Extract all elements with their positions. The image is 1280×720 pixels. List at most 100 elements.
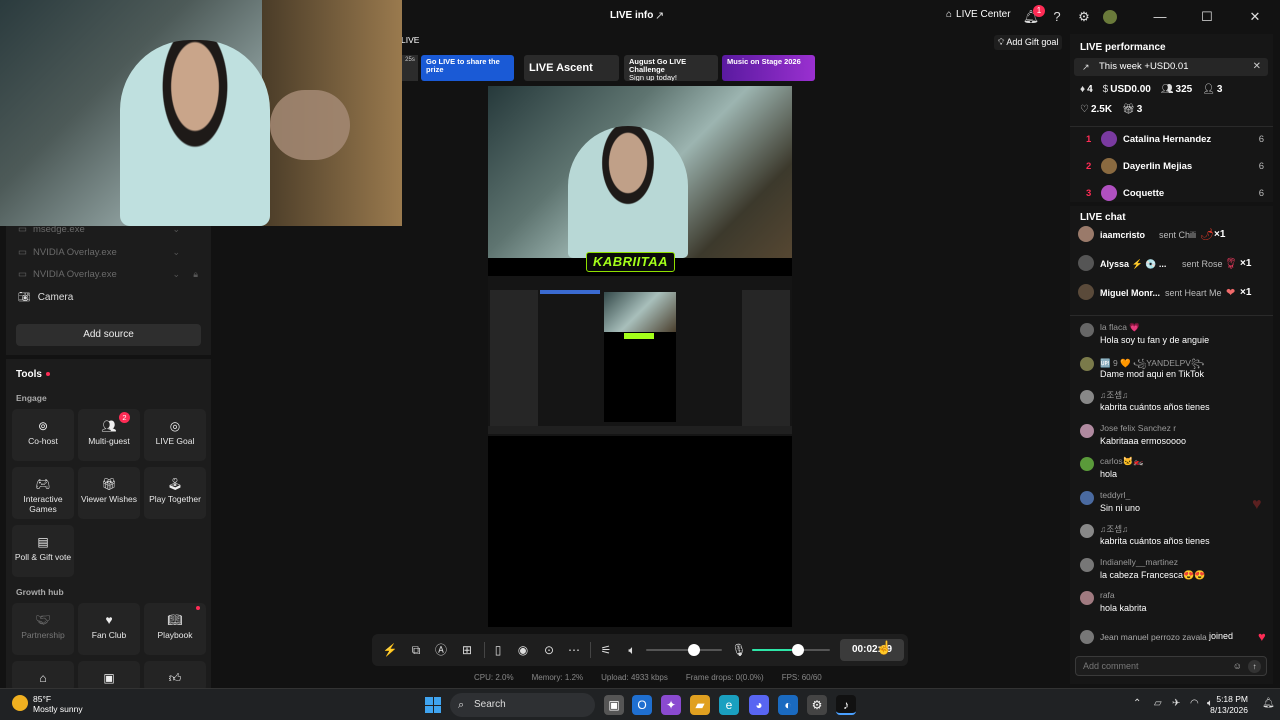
- tray-app-icon[interactable]: ▱: [1154, 698, 1162, 709]
- tool-play-together[interactable]: 🕹︎ Play Together: [144, 467, 206, 519]
- add-gift-goal-button[interactable]: 💡︎ Add Gift goal: [994, 35, 1063, 50]
- add-source-button[interactable]: Add source: [16, 324, 201, 346]
- chat-message[interactable]: carlos🐱‍🏍 hola: [1078, 454, 1268, 482]
- source-item[interactable]: ▭ NVIDIA Overlay.exe ⌄ 🔒︎: [18, 269, 198, 280]
- effects-icon[interactable]: ⧉: [408, 642, 424, 658]
- home-icon: ⌂: [946, 9, 953, 20]
- chat-message[interactable]: teddyrl_ Sin ni uno: [1078, 488, 1268, 516]
- file-explorer-icon[interactable]: ▰: [690, 695, 710, 715]
- ai-icon[interactable]: Ⓐ: [433, 642, 449, 658]
- magic-wand-icon[interactable]: ⚡: [382, 642, 398, 658]
- close-icon[interactable]: ✕: [1253, 58, 1261, 76]
- ranking-row[interactable]: 2 Dayerlin Mejias 6: [1086, 157, 1264, 177]
- source-camera[interactable]: 📷︎ Camera: [18, 292, 73, 303]
- source-item[interactable]: ▭ NVIDIA Overlay.exe ⌄: [18, 247, 198, 258]
- chat-message[interactable]: Jose felix Sanchez r Kabritaaa ermosoooo: [1078, 421, 1268, 449]
- live-timer[interactable]: 00:02:39: [840, 639, 904, 661]
- microphone-icon[interactable]: 🎙︎: [731, 642, 747, 658]
- tool-fan-club[interactable]: ♥ Fan Club: [78, 603, 140, 655]
- emoji-icon[interactable]: ☺: [1233, 657, 1242, 675]
- more-icon[interactable]: ⋯: [566, 642, 582, 658]
- phone-icon[interactable]: ▯: [490, 642, 506, 658]
- ranking-row[interactable]: 3 Coquette 6: [1086, 184, 1264, 204]
- lock-icon[interactable]: 🔒︎: [193, 269, 198, 280]
- browser-icon[interactable]: ◐: [778, 695, 798, 715]
- screenshot-icon[interactable]: ⊙: [541, 642, 557, 658]
- chat-message[interactable]: ♫조셈♫ kabrita cuántos años tienes: [1078, 387, 1268, 415]
- send-icon[interactable]: ↑: [1248, 660, 1261, 673]
- memory-stat: Memory: 1.2%: [531, 673, 584, 682]
- task-view-icon[interactable]: ▣: [604, 695, 624, 715]
- mic-knob[interactable]: [792, 644, 804, 656]
- volume-icon[interactable]: 🔈︎: [624, 642, 640, 658]
- dollar-icon: $: [1102, 84, 1109, 95]
- help-icon[interactable]: ?: [1047, 7, 1067, 27]
- maximize-button[interactable]: ☐: [1197, 7, 1217, 27]
- tool-multi-guest[interactable]: 👥︎ Multi-guest 2: [78, 409, 140, 461]
- tool-interactive-games[interactable]: 🎮︎ Interactive Games: [12, 467, 74, 519]
- rose-icon: 🌹︎: [1224, 258, 1238, 270]
- tray-chevron-icon[interactable]: ⌃: [1133, 698, 1141, 709]
- tool-more[interactable]: 👍︎: [144, 661, 206, 691]
- tool-live-goal[interactable]: ◎ LIVE Goal: [144, 409, 206, 461]
- comment-input[interactable]: Add comment ☺ ↑: [1075, 656, 1267, 676]
- add-icon[interactable]: ⊞: [459, 642, 475, 658]
- live-center-button[interactable]: ⌂ LIVE Center: [946, 9, 1011, 20]
- chat-message[interactable]: la flaca 💗 Hola soy tu fan y de anguie: [1078, 320, 1268, 348]
- tool-more[interactable]: ⌂: [12, 661, 74, 691]
- steam-icon[interactable]: ⚙: [807, 695, 827, 715]
- ranking-row[interactable]: 1 Catalina Hernandez 6: [1086, 130, 1264, 150]
- mic-slider[interactable]: [752, 649, 830, 651]
- chevron-down-icon[interactable]: ⌄: [172, 247, 180, 258]
- heart-icon: ♥: [105, 613, 113, 627]
- chat-message[interactable]: Indianelly__martinez la cabeza Francesca…: [1078, 555, 1268, 583]
- volume-slider[interactable]: [646, 649, 722, 651]
- avatar: [1080, 591, 1094, 605]
- tool-poll-gift-vote[interactable]: ▤ Poll & Gift vote: [12, 525, 74, 577]
- volume-knob[interactable]: [688, 644, 700, 656]
- banner-music-on-stage[interactable]: Music on Stage 2026: [722, 55, 815, 81]
- notification-bell-icon[interactable]: 🔔︎: [1262, 698, 1275, 709]
- avatar[interactable]: [1100, 7, 1120, 27]
- gear-icon[interactable]: ⚙: [1074, 7, 1094, 27]
- record-icon[interactable]: ◉: [515, 642, 531, 658]
- tray-app-icon[interactable]: ✈: [1172, 698, 1180, 709]
- heart-icon: ♡: [1080, 104, 1089, 115]
- tool-more[interactable]: ▣: [78, 661, 140, 691]
- camera-preview[interactable]: [0, 0, 402, 226]
- camera-icon: 📷︎: [18, 292, 31, 303]
- weekly-earnings[interactable]: ↗ This week +USD0.01 ✕: [1074, 58, 1268, 76]
- notification-badge: 1: [1033, 5, 1045, 17]
- engage-label: Engage: [16, 393, 47, 403]
- discord-icon[interactable]: ◕: [749, 695, 769, 715]
- avatar: [1078, 226, 1094, 242]
- gift-message: Alyssa ⚡ 💿 ... sent Rose 🌹︎ ×1: [1078, 252, 1268, 276]
- wifi-icon[interactable]: ◠: [1190, 698, 1199, 709]
- banner-live-ascent[interactable]: LIVE Ascent: [524, 55, 619, 81]
- copilot-icon[interactable]: ✦: [661, 695, 681, 715]
- tool-co-host[interactable]: ⊚ Co-host: [12, 409, 74, 461]
- tool-playbook[interactable]: 📖︎ Playbook: [144, 603, 206, 655]
- chat-message[interactable]: rafa hola kabrita: [1078, 588, 1268, 616]
- edge-icon[interactable]: e: [719, 695, 739, 715]
- system-clock[interactable]: 5:18 PM 8/13/2026: [1210, 694, 1248, 716]
- tool-viewer-wishes[interactable]: 🎁︎ Viewer Wishes: [78, 467, 140, 519]
- chevron-down-icon[interactable]: ⌄: [172, 269, 180, 280]
- bell-icon[interactable]: 🔔︎ 1: [1021, 5, 1045, 27]
- chat-message[interactable]: 🆙 9 🧡 ꧁YANDELPV꧂ Dame mod aqui en TikTok: [1078, 354, 1268, 382]
- chili-icon: 🌶︎: [1200, 229, 1214, 241]
- banner-share-prize[interactable]: Go LIVE to share the prize: [421, 55, 514, 81]
- share-icon[interactable]: ↗: [655, 9, 664, 22]
- minimize-button[interactable]: —: [1150, 7, 1170, 27]
- close-button[interactable]: ✕: [1245, 7, 1265, 27]
- chat-message[interactable]: ♫조셈♫ kabrita cuántos años tienes: [1078, 521, 1268, 549]
- taskbar-search[interactable]: ⌕ Search: [450, 693, 595, 717]
- windows-start-icon[interactable]: [425, 697, 441, 713]
- gift-icon: 🎁︎: [1122, 104, 1135, 115]
- tiktok-live-studio-icon[interactable]: ♪: [836, 695, 856, 715]
- outlook-icon[interactable]: O: [632, 695, 652, 715]
- live-preview[interactable]: KABRIITAA: [488, 86, 792, 627]
- tool-partnership[interactable]: 🤝︎ Partnership: [12, 603, 74, 655]
- banner-august-challenge[interactable]: August Go LIVE Challenge Sign up today!: [624, 55, 718, 81]
- settings-sliders-icon[interactable]: ⚟: [598, 642, 614, 658]
